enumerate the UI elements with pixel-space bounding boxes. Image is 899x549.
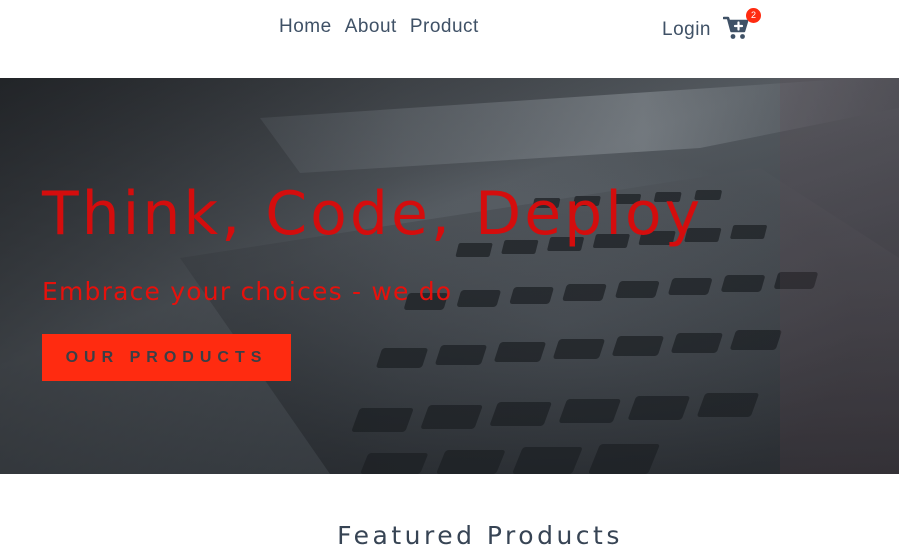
nav-actions: Login 2 [662,8,761,44]
hero-banner: Think, Code, Deploy Embrace your choices… [0,78,899,474]
our-products-button[interactable]: OUR PRODUCTS [42,334,291,381]
page: Home About Product Login 2 Think, Code, … [0,0,899,549]
nav-link-about[interactable]: About [345,14,397,40]
nav-link-home[interactable]: Home [279,14,332,40]
login-link[interactable]: Login [662,17,711,43]
site-header: Home About Product Login 2 [0,0,899,78]
cart-button[interactable]: 2 [723,8,761,41]
hero-subtitle: Embrace your choices - we do [42,277,453,306]
cart-count-badge: 2 [746,8,761,23]
featured-products-heading: Featured Products [337,521,623,549]
nav-link-product[interactable]: Product [410,14,479,40]
hero-title: Think, Code, Deploy [42,179,704,249]
cart-plus-icon [723,16,749,39]
main-nav: Home About Product [279,14,479,40]
